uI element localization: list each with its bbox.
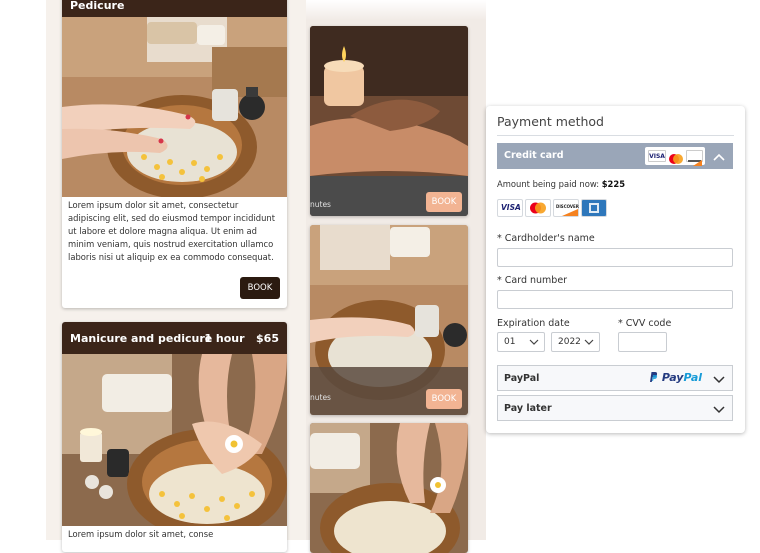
chevron-down-icon [584,339,594,345]
book-button[interactable]: BOOK [240,277,280,299]
cardholder-name-text: Cardholder's name [504,233,595,244]
service-card-right-3 [310,423,468,553]
card-meta: 1 hour $65 [204,332,279,345]
card-description: Lorem ipsum dolor sit amet, conse [68,529,214,539]
credit-card-accordion-header[interactable]: Credit card VISA [497,143,733,169]
pedicure-photo-art [62,17,287,197]
service-card-manicure-pedicure: Manicure and pedicure 1 hour $65 Lorem i… [62,322,287,552]
service-card-right-1: nutes BOOK [310,26,468,216]
cvv-code-label: * CVV code [618,318,671,329]
card-title: Manicure and pedicure [70,332,213,345]
card-number-label: * Card number [497,275,567,286]
amex-icon [581,199,607,217]
chevron-up-icon[interactable] [712,152,726,162]
paypal-logo-pay: Pay [661,371,684,384]
card-brand-logos: VISA [645,147,705,166]
selected-year: 2022 [558,337,581,347]
accepted-cards: VISA DISCOVER [497,199,607,217]
selected-month: 01 [504,337,516,347]
card-description: Lorem ipsum dolor sit amet, consectetur … [68,200,275,262]
amount-label: Amount being paid now: [497,179,600,189]
book-button[interactable]: BOOK [426,192,462,212]
required-mark: * [618,318,623,329]
card-number-input[interactable] [497,290,733,309]
pay-later-label: Pay later [504,403,552,414]
chevron-down-icon[interactable] [712,405,726,415]
visa-text: VISA [501,203,521,212]
book-button[interactable]: BOOK [426,389,462,409]
cvv-code-text: CVV code [625,318,672,329]
card-title: Pedicure [70,0,125,12]
card-number-text: Card number [504,275,568,286]
cardholder-name-input[interactable] [497,248,733,267]
mastercard-icon-art [669,154,683,164]
panel-title: Payment method [497,114,604,129]
discover-stripe-art [562,209,578,216]
manicure-photo-art [62,354,287,526]
cvv-code-input[interactable] [618,332,667,352]
discover-icon [686,150,703,166]
massage-photo-art [310,26,468,216]
paypal-label: PayPal [504,373,540,384]
service-card-right-2: nutes BOOK [310,225,468,415]
expiration-date-label: Expiration date [497,318,570,329]
required-mark: * [497,233,502,244]
discover-icon-art [688,160,702,166]
manicure-photo-art-2 [310,423,468,553]
duration-text-partial: nutes [310,393,331,402]
visa-icon: VISA [648,150,666,162]
card-header: Manicure and pedicure 1 hour $65 [62,322,287,354]
visa-icon: VISA [497,199,523,217]
pay-later-accordion-header[interactable]: Pay later [497,395,733,421]
paypal-logo: PayPal [648,371,702,384]
paypal-accordion-header[interactable]: PayPal PayPal [497,365,733,391]
credit-card-label: Credit card [504,150,564,161]
service-card-pedicure: Pedicure Lorem ipsum dolor sit amet, con… [62,0,287,308]
mastercard-icon [525,199,551,217]
chevron-down-icon [529,339,539,345]
card-header: Pedicure [62,0,287,17]
required-mark: * [497,275,502,286]
expiration-year-select[interactable]: 2022 [551,332,600,352]
chevron-down-icon[interactable] [712,375,726,385]
cardholder-name-label: * Cardholder's name [497,233,595,244]
divider [497,135,734,136]
pedicure-photo [62,17,287,197]
price-text: $65 [256,332,279,345]
pedicure-photo-art-2 [310,225,468,415]
amex-icon-art [589,203,599,213]
top-fade [306,0,486,20]
expiration-month-select[interactable]: 01 [497,332,545,352]
paypal-p-icon [650,372,658,382]
amount-value: $225 [601,179,626,189]
payment-method-panel: Payment method Credit card VISA Amount b… [486,106,745,433]
discover-icon: DISCOVER [553,199,579,217]
duration-text: 1 hour [204,332,245,345]
amount-being-paid: Amount being paid now: $225 [497,179,625,189]
mastercard-icon [667,150,685,164]
duration-text-partial: nutes [310,200,331,209]
mastercard-icon-art [530,202,546,214]
paypal-logo-pal: Pal [683,371,703,384]
manicure-photo [62,354,287,526]
